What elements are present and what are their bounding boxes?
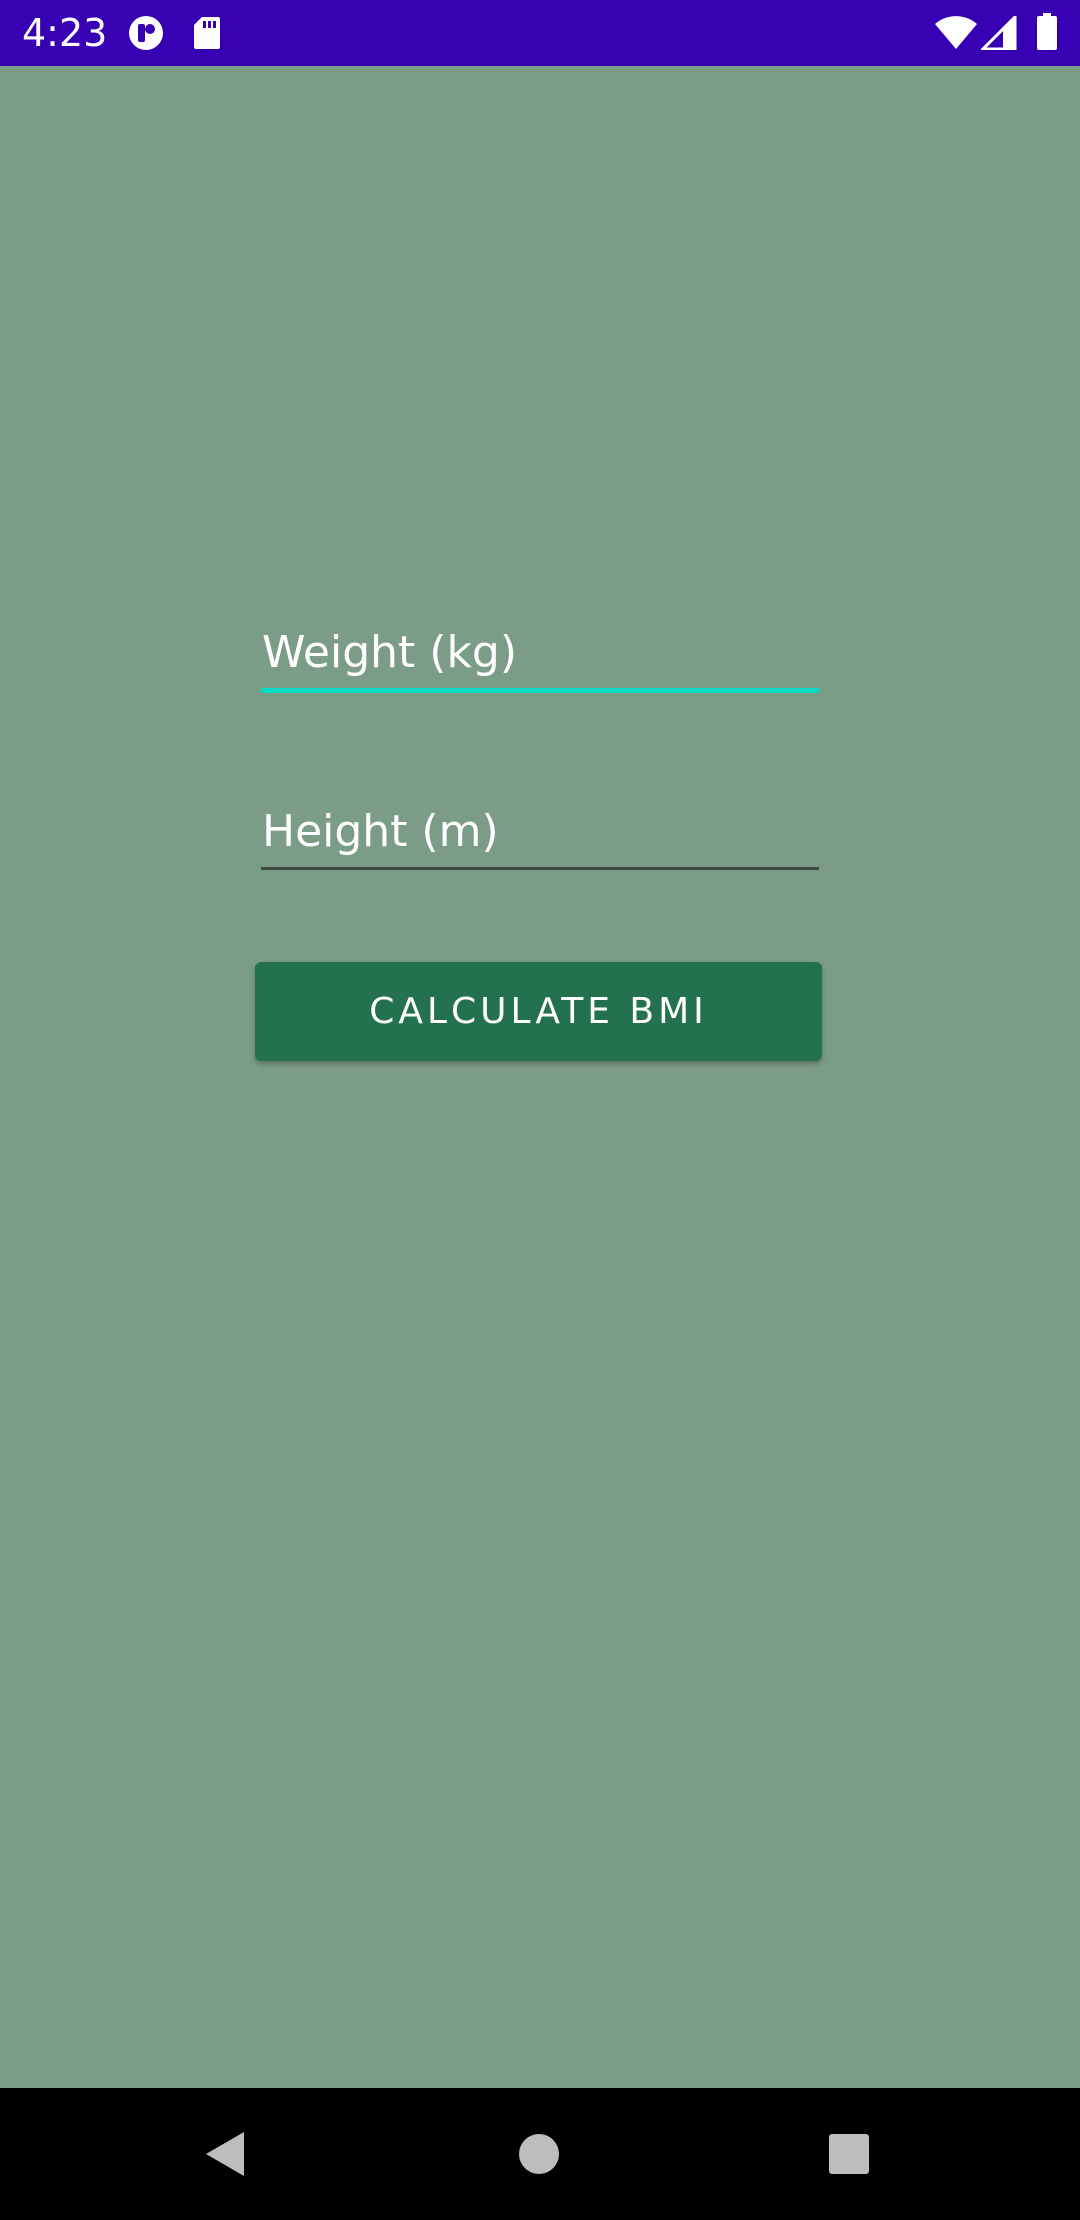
recents-icon[interactable] [819,2124,879,2184]
weight-input-underline [261,688,819,693]
height-field [261,797,819,870]
weight-input[interactable] [261,618,819,688]
status-bar: 4:23 [0,0,1080,66]
height-input-underline [261,867,819,870]
weight-field [261,618,819,693]
cellular-signal-icon [981,16,1017,52]
battery-icon [1036,13,1058,50]
home-icon[interactable] [509,2124,569,2184]
status-time: 4:23 [22,11,108,55]
app-notification-icon [127,15,165,51]
calculate-bmi-button[interactable]: CALCULATE BMI [255,962,822,1061]
sd-card-icon [192,15,222,51]
wifi-icon [934,16,978,52]
height-input[interactable] [261,797,819,867]
back-icon[interactable] [196,2124,256,2184]
navigation-bar [0,2088,1080,2220]
